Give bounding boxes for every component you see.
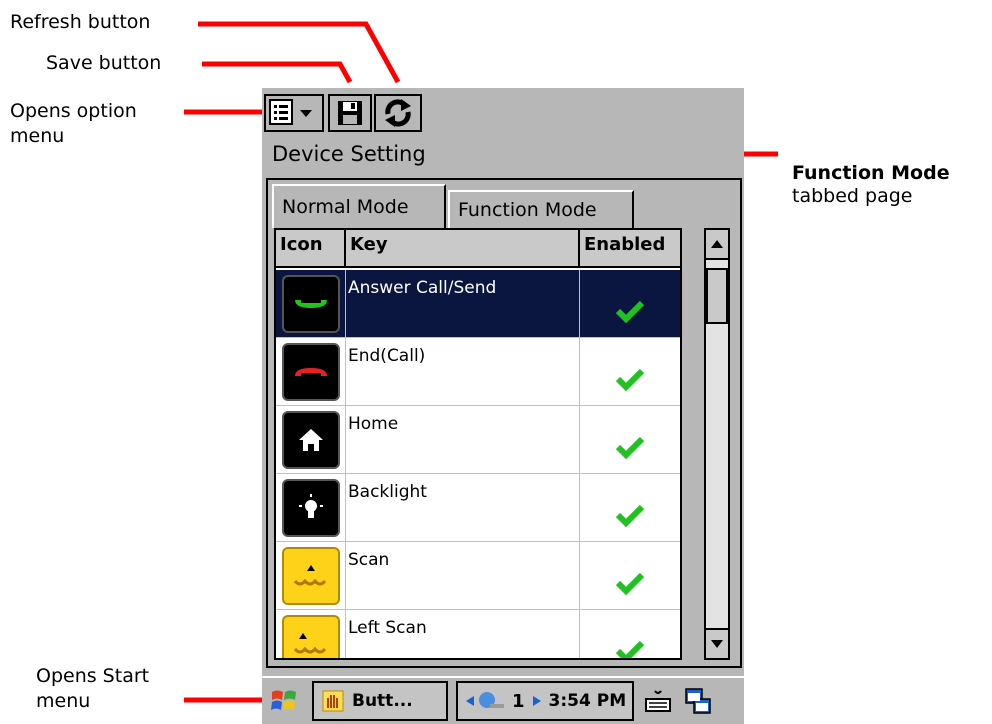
table-row-end-call[interactable]: End(Call) xyxy=(276,338,680,406)
hand-icon xyxy=(322,690,344,712)
row-icon-cell xyxy=(276,610,346,658)
options-menu-callout-line1: Opens option xyxy=(10,100,137,122)
column-header-enabled[interactable]: Enabled xyxy=(580,230,680,266)
tray-page-number[interactable]: 1 xyxy=(512,691,525,712)
row-enabled-cell[interactable] xyxy=(580,542,680,609)
function-mode-callout-sub: tabbed page xyxy=(792,185,913,207)
scan-icon xyxy=(281,546,340,605)
row-key-label: Scan xyxy=(346,542,580,609)
table-row-backlight[interactable]: Backlight xyxy=(276,474,680,542)
row-key-label: Left Scan xyxy=(346,610,580,658)
options-menu-button[interactable] xyxy=(264,94,324,132)
taskbar-app-label: Butt... xyxy=(352,691,413,711)
switch-window-button[interactable] xyxy=(678,681,718,721)
scroll-down-button[interactable] xyxy=(706,628,728,658)
row-key-label: End(Call) xyxy=(346,338,580,405)
network-icon[interactable] xyxy=(476,688,506,714)
row-icon-cell xyxy=(276,542,346,609)
row-key-label: Backlight xyxy=(346,474,580,541)
column-header-icon[interactable]: Icon xyxy=(276,230,346,266)
tray-clock[interactable]: 3:54 PM xyxy=(549,691,627,711)
toolbar xyxy=(262,88,744,140)
app-title: Device Setting xyxy=(272,142,426,166)
row-icon-cell xyxy=(276,338,346,405)
floppy-disk-icon xyxy=(338,101,362,125)
input-panel-button[interactable] xyxy=(638,681,678,721)
device-screen: Device Setting Normal Mode Function Mode… xyxy=(262,88,744,724)
save-button-callout: Save button xyxy=(46,52,162,74)
row-enabled-cell[interactable] xyxy=(580,406,680,473)
tray-area: 1 3:54 PM xyxy=(456,681,635,721)
row-enabled-cell[interactable] xyxy=(580,338,680,405)
tray-right-arrow-icon[interactable] xyxy=(531,694,543,708)
table-row-scan[interactable]: Scan xyxy=(276,542,680,610)
start-menu-callout-line2: menu xyxy=(36,690,91,712)
check-icon xyxy=(615,436,645,459)
windows-flag-icon xyxy=(271,690,296,710)
grid-header: Icon Key Enabled xyxy=(276,230,680,268)
arrow-up-icon xyxy=(711,240,723,248)
taskbar-app-button[interactable]: Butt... xyxy=(312,681,448,721)
refresh-button-callout: Refresh button xyxy=(10,11,151,33)
answer-call-icon xyxy=(281,274,340,333)
taskbar: Butt... 1 3:54 PM xyxy=(262,676,744,724)
scroll-up-button[interactable] xyxy=(706,230,728,260)
end-call-icon xyxy=(281,342,340,401)
left-scan-icon xyxy=(281,614,340,658)
row-enabled-cell[interactable] xyxy=(580,270,680,337)
row-key-label: Home xyxy=(346,406,580,473)
arrow-down-icon xyxy=(711,640,723,648)
table-row-home[interactable]: Home xyxy=(276,406,680,474)
keyboard-icon xyxy=(645,690,672,712)
key-settings-grid: Icon Key Enabled Answer Call/Send End(Ca… xyxy=(274,228,682,660)
tab-normal-mode[interactable]: Normal Mode xyxy=(272,184,446,228)
row-icon-cell xyxy=(276,270,346,337)
table-row-answer-call[interactable]: Answer Call/Send xyxy=(276,270,680,338)
check-icon xyxy=(615,504,645,527)
tab-function-mode[interactable]: Function Mode xyxy=(448,190,634,228)
row-icon-cell xyxy=(276,474,346,541)
function-mode-callout-title: Function Mode xyxy=(792,162,950,184)
tray-left-arrow-icon[interactable] xyxy=(464,694,476,708)
column-header-key[interactable]: Key xyxy=(346,230,580,266)
options-menu-callout-line2: menu xyxy=(10,125,65,147)
row-icon-cell xyxy=(276,406,346,473)
backlight-icon xyxy=(281,478,340,537)
refresh-icon xyxy=(385,99,411,127)
row-enabled-cell[interactable] xyxy=(580,474,680,541)
windows-switch-icon xyxy=(685,688,711,714)
start-menu-callout-line1: Opens Start xyxy=(36,665,150,687)
row-enabled-cell[interactable] xyxy=(580,610,680,658)
list-menu-icon xyxy=(269,99,312,125)
start-button[interactable] xyxy=(262,679,306,723)
scrollbar-thumb[interactable] xyxy=(706,268,728,324)
check-icon xyxy=(615,572,645,595)
refresh-button[interactable] xyxy=(374,94,422,132)
home-icon xyxy=(281,410,340,469)
save-button[interactable] xyxy=(328,94,372,132)
vertical-scrollbar[interactable] xyxy=(704,228,730,660)
check-icon xyxy=(615,300,645,323)
table-row-left-scan[interactable]: Left Scan xyxy=(276,610,680,658)
check-icon xyxy=(615,368,645,391)
row-key-label: Answer Call/Send xyxy=(346,270,580,337)
check-icon xyxy=(615,640,645,658)
